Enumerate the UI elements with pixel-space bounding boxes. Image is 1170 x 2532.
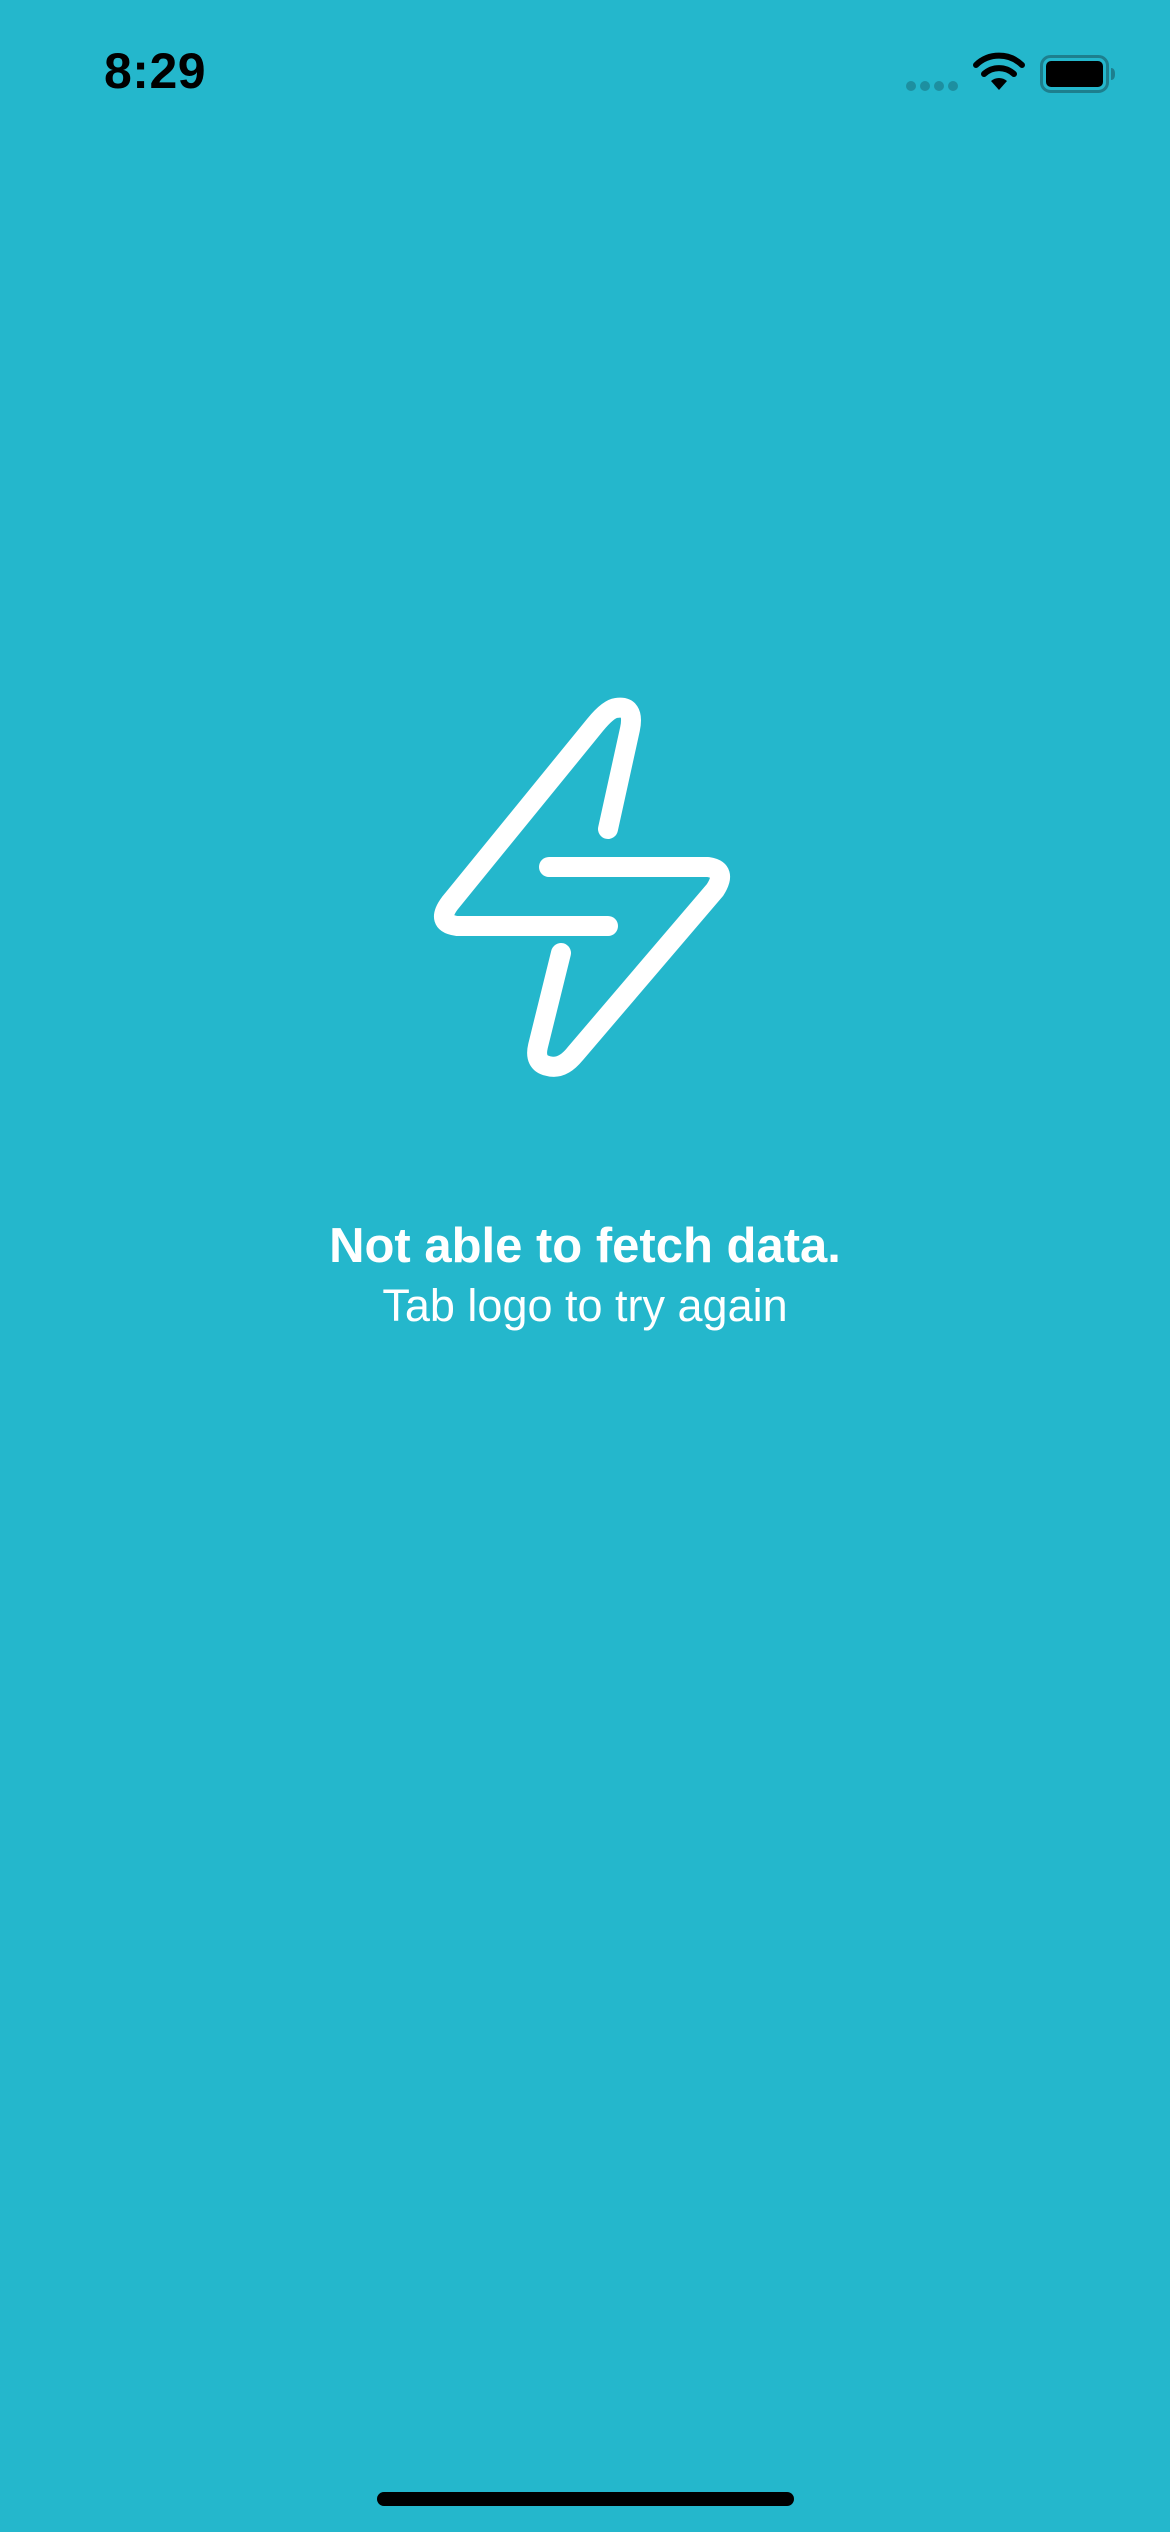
retry-logo-button[interactable] xyxy=(430,690,740,1110)
lightning-bolt-icon xyxy=(433,697,731,1077)
wifi-icon xyxy=(973,52,1025,90)
status-time: 8:29 xyxy=(104,43,207,99)
home-indicator[interactable] xyxy=(377,2492,794,2506)
cellular-signal-dots-icon xyxy=(906,81,958,91)
error-screen: 8:29 Not able to fetch data. Tab logo to… xyxy=(0,0,1170,2532)
retry-hint: Tab logo to try again xyxy=(382,1280,788,1331)
error-title: Not able to fetch data. xyxy=(329,1219,841,1273)
status-bar: 8:29 xyxy=(0,0,1170,150)
battery-full-icon xyxy=(1040,55,1115,93)
